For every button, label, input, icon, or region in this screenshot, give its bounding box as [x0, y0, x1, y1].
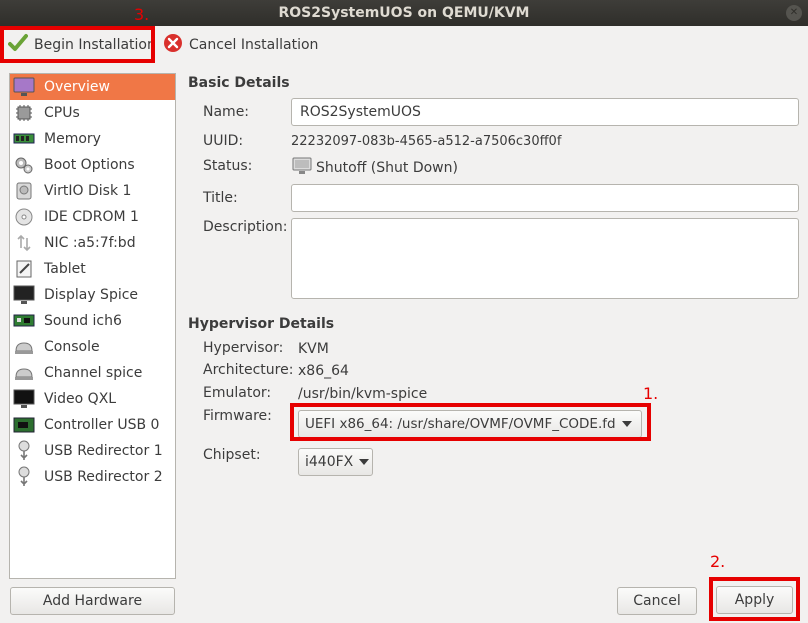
sidebar-item-label: USB Redirector 2 — [44, 469, 163, 485]
chipset-dropdown[interactable]: i440FX — [298, 448, 373, 476]
basic-details-title: Basic Details — [188, 75, 290, 91]
cancel-icon — [163, 33, 183, 57]
sidebar-item-tablet[interactable]: Tablet — [10, 256, 175, 282]
overview-icon — [12, 76, 36, 98]
sidebar-item-boot-options[interactable]: Boot Options — [10, 152, 175, 178]
sidebar-item-controller-usb-0[interactable]: Controller USB 0 — [10, 412, 175, 438]
title-label: Title: — [203, 190, 238, 206]
name-value: ROS2SystemUOS — [300, 104, 421, 120]
uuid-label: UUID: — [203, 133, 244, 149]
sound-card-icon — [12, 310, 36, 332]
sidebar-item-label: VirtIO Disk 1 — [44, 183, 132, 199]
sidebar-item-overview[interactable]: Overview — [10, 74, 175, 100]
emulator-value: /usr/bin/kvm-spice — [298, 386, 428, 402]
emulator-label: Emulator: — [203, 385, 272, 401]
gears-icon — [12, 154, 36, 176]
disk-icon — [12, 180, 36, 202]
sidebar-item-label: Channel spice — [44, 365, 143, 381]
channel-icon — [12, 362, 36, 384]
architecture-label: Architecture: — [203, 362, 294, 378]
chipset-value: i440FX — [305, 454, 354, 470]
sidebar-item-label: Console — [44, 339, 100, 355]
sidebar-item-label: Controller USB 0 — [44, 417, 160, 433]
memory-icon — [12, 128, 36, 150]
sidebar-item-usb-redirector-2[interactable]: USB Redirector 2 — [10, 464, 175, 490]
architecture-value: x86_64 — [298, 363, 349, 379]
sidebar-item-usb-redirector-1[interactable]: USB Redirector 1 — [10, 438, 175, 464]
sidebar-item-label: USB Redirector 1 — [44, 443, 163, 459]
console-icon — [12, 336, 36, 358]
sidebar-item-label: Video QXL — [44, 391, 117, 407]
sidebar-item-console[interactable]: Console — [10, 334, 175, 360]
cancel-installation-label: Cancel Installation — [189, 37, 319, 53]
cdrom-icon — [12, 206, 36, 228]
annotation-box-1 — [290, 403, 651, 441]
tablet-icon — [12, 258, 36, 280]
hypervisor-label: Hypervisor: — [203, 340, 284, 356]
video-icon — [12, 388, 36, 410]
annotation-label-2: 2. — [710, 552, 726, 571]
network-icon — [12, 232, 36, 254]
sidebar-item-label: Boot Options — [44, 157, 135, 173]
annotation-label-3: 3. — [134, 5, 150, 24]
status-indicator: Shutoff (Shut Down) — [292, 157, 458, 179]
sidebar-item-label: Overview — [44, 79, 110, 95]
cpu-icon — [12, 102, 36, 124]
firmware-label: Firmware: — [203, 408, 272, 424]
close-icon[interactable]: ✕ — [786, 5, 802, 21]
sidebar-item-display-spice[interactable]: Display Spice — [10, 282, 175, 308]
sidebar-item-cpus[interactable]: CPUs — [10, 100, 175, 126]
hypervisor-details-title: Hypervisor Details — [188, 316, 335, 332]
sidebar-item-label: Sound ich6 — [44, 313, 122, 329]
name-label: Name: — [203, 104, 250, 120]
annotation-box-2 — [709, 577, 800, 621]
cancel-button[interactable]: Cancel — [617, 587, 697, 615]
chipset-label: Chipset: — [203, 447, 261, 463]
description-label: Description: — [203, 219, 288, 235]
sidebar-item-label: NIC :a5:7f:bd — [44, 235, 136, 251]
cancel-installation-button[interactable]: Cancel Installation — [163, 32, 318, 58]
name-field[interactable]: ROS2SystemUOS — [291, 98, 799, 126]
sidebar-item-label: CPUs — [44, 105, 80, 121]
window-title: ROS2SystemUOS on QEMU/KVM — [278, 5, 530, 21]
sidebar-item-memory[interactable]: Memory — [10, 126, 175, 152]
annotation-label-1: 1. — [643, 384, 659, 403]
add-hardware-button[interactable]: Add Hardware — [10, 587, 175, 615]
display-icon — [12, 284, 36, 306]
hardware-list: Overview CPUs Memory Boot Options VirtIO Dis… — [9, 73, 176, 579]
status-value: Shutoff (Shut Down) — [316, 160, 458, 176]
annotation-box-3 — [0, 26, 155, 63]
sidebar-item-label: Tablet — [44, 261, 86, 277]
window-titlebar: ROS2SystemUOS on QEMU/KVM ✕ — [0, 0, 808, 26]
usb-icon — [12, 440, 36, 462]
sidebar-item-label: Display Spice — [44, 287, 139, 303]
sidebar-item-sound-ich6[interactable]: Sound ich6 — [10, 308, 175, 334]
sidebar-item-channel-spice[interactable]: Channel spice — [10, 360, 175, 386]
sidebar-item-video-qxl[interactable]: Video QXL — [10, 386, 175, 412]
sidebar-item-label: Memory — [44, 131, 101, 147]
sidebar-item-ide-cdrom-1[interactable]: IDE CDROM 1 — [10, 204, 175, 230]
title-field[interactable] — [291, 184, 799, 212]
cancel-label: Cancel — [633, 593, 681, 609]
controller-icon — [12, 414, 36, 436]
usb-icon — [12, 466, 36, 488]
sidebar-item-label: IDE CDROM 1 — [44, 209, 139, 225]
add-hardware-label: Add Hardware — [42, 593, 143, 609]
chevron-down-icon — [359, 459, 370, 465]
description-field[interactable] — [291, 218, 799, 299]
hypervisor-value: KVM — [298, 341, 329, 357]
sidebar-item-nic-a5-7f-bd[interactable]: NIC :a5:7f:bd — [10, 230, 175, 256]
status-label: Status: — [203, 158, 253, 174]
uuid-value: 22232097-083b-4565-a512-a7506c30ff0f — [291, 134, 562, 149]
monitor-off-icon — [292, 157, 312, 179]
sidebar-item-virtio-disk-1[interactable]: VirtIO Disk 1 — [10, 178, 175, 204]
